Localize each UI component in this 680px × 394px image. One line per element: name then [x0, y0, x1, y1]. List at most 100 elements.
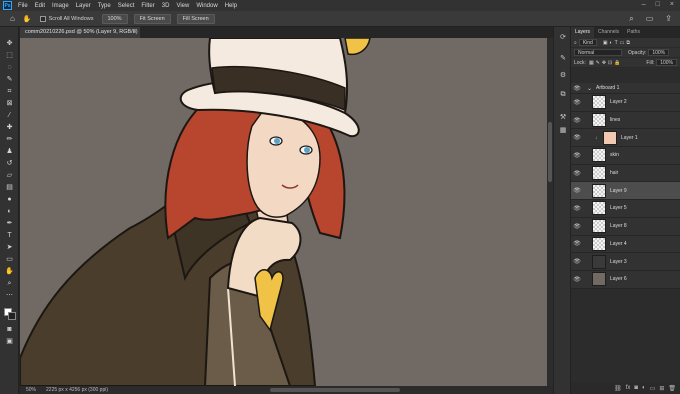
fit-screen-button[interactable]: Fit Screen — [133, 13, 171, 24]
menu-image[interactable]: Image — [52, 3, 69, 9]
menu-filter[interactable]: Filter — [141, 3, 154, 9]
maximize-icon[interactable]: □ — [656, 1, 660, 8]
more-tools-icon[interactable]: ⋯ — [4, 291, 15, 300]
canvas[interactable] — [20, 38, 547, 386]
visibility-eye-icon[interactable]: 👁 — [571, 205, 583, 212]
visibility-eye-icon[interactable]: 👁 — [571, 187, 583, 194]
visibility-eye-icon[interactable]: 👁 — [571, 258, 583, 265]
fill-screen-button[interactable]: Fill Screen — [176, 13, 215, 24]
close-tab-icon[interactable]: × — [133, 27, 136, 38]
history-brush-tool-icon[interactable]: ↺ — [4, 159, 15, 168]
menu-select[interactable]: Select — [118, 3, 135, 9]
search-icon[interactable]: ⌕ — [629, 14, 633, 24]
menu-file[interactable]: File — [18, 3, 28, 9]
frame-tool-icon[interactable]: ⊠ — [4, 99, 15, 108]
layout-icon[interactable]: ▭ — [646, 14, 654, 24]
tab-layers[interactable]: Layers — [571, 27, 595, 38]
layer-row[interactable]: 👁 Layer 2 — [571, 94, 680, 112]
menu-view[interactable]: View — [176, 3, 189, 9]
layer-row[interactable]: 👁 ↓ Layer 1 — [571, 129, 680, 148]
menu-layer[interactable]: Layer — [76, 3, 91, 9]
add-mask-icon[interactable]: ◙ — [634, 385, 638, 391]
visibility-eye-icon[interactable]: 👁 — [571, 223, 583, 230]
path-select-tool-icon[interactable]: ➤ — [4, 243, 15, 252]
visibility-eye-icon[interactable]: 👁 — [571, 170, 583, 177]
hand-tool-icon[interactable]: ✋ — [4, 267, 15, 276]
visibility-eye-icon[interactable]: 👁 — [571, 152, 583, 159]
document-tab[interactable]: comm20210226.psd @ 50% (Layer 9, RGB/8) … — [20, 27, 140, 38]
layer-style-icon[interactable]: fx — [626, 385, 631, 391]
lock-icons[interactable]: ▦✎✥⊡🔒 — [589, 60, 623, 66]
visibility-eye-icon[interactable]: 👁 — [571, 134, 583, 141]
type-tool-icon[interactable]: T — [4, 231, 15, 240]
eyedropper-tool-icon[interactable]: ⁄ — [4, 111, 15, 120]
layer-row[interactable]: 👁 Layer 6 — [571, 270, 680, 289]
zoom-tool-icon[interactable]: ⌕ — [4, 279, 15, 288]
tab-paths[interactable]: Paths — [623, 27, 644, 38]
layer-row[interactable]: 👁 Layer 9 — [571, 182, 680, 201]
background-color-swatch[interactable] — [8, 312, 16, 320]
move-tool-icon[interactable]: ✥ — [4, 39, 15, 48]
history-icon[interactable]: ⟳ — [558, 33, 568, 42]
filter-icons[interactable]: ▣◐T▭⧉ — [603, 40, 632, 46]
zoom-level[interactable]: 50% — [26, 387, 36, 393]
blur-tool-icon[interactable]: ● — [4, 195, 15, 204]
opacity-field[interactable]: 100% — [648, 49, 670, 56]
layer-row[interactable]: 👁 Layer 4 — [571, 235, 680, 254]
screen-mode-icon[interactable]: ▣ — [4, 337, 15, 346]
stamp-tool-icon[interactable]: ♟ — [4, 147, 15, 156]
layer-row[interactable]: 👁 lines — [571, 111, 680, 130]
kind-select[interactable]: Kind — [578, 39, 597, 46]
shape-tool-icon[interactable]: ▭ — [4, 255, 15, 264]
pen-tool-icon[interactable]: ✒ — [4, 219, 15, 228]
layer-row[interactable]: 👁 hair — [571, 164, 680, 183]
hand-tool-icon[interactable]: ✋ — [23, 15, 32, 23]
menu-window[interactable]: Window — [196, 3, 217, 9]
lasso-tool-icon[interactable]: ◌ — [4, 63, 15, 72]
properties-icon[interactable]: ⚒ — [558, 113, 568, 122]
fill-field[interactable]: 100% — [656, 59, 677, 66]
adjust-icon[interactable]: ⚙ — [558, 71, 568, 80]
delete-layer-icon[interactable]: 🗑 — [668, 385, 676, 392]
menu-3d[interactable]: 3D — [162, 3, 170, 9]
minimize-icon[interactable]: – — [642, 1, 646, 8]
quick-select-tool-icon[interactable]: ✎ — [4, 75, 15, 84]
checkbox-box[interactable] — [39, 15, 46, 22]
brush-settings-icon[interactable]: ✎ — [558, 54, 568, 63]
dodge-tool-icon[interactable]: ◐ — [4, 207, 15, 216]
scroll-all-windows-checkbox[interactable]: Scroll All Windows — [39, 15, 94, 22]
layer-row[interactable]: 👁 Layer 8 — [571, 217, 680, 236]
blend-mode-select[interactable]: Normal — [574, 49, 622, 56]
menu-type[interactable]: Type — [98, 3, 111, 9]
new-layer-icon[interactable]: ⊞ — [659, 385, 664, 392]
layer-row[interactable]: 👁 Layer 3 — [571, 253, 680, 271]
share-icon[interactable]: ⇪ — [665, 14, 672, 24]
visibility-eye-icon[interactable]: 👁 — [571, 276, 583, 283]
visibility-eye-icon[interactable]: 👁 — [571, 99, 583, 106]
quick-mask-icon[interactable]: ◙ — [4, 325, 15, 334]
crop-tool-icon[interactable]: ⌗ — [4, 87, 15, 96]
visibility-eye-icon[interactable]: 👁 — [571, 85, 583, 92]
brush-tool-icon[interactable]: ✏ — [4, 135, 15, 144]
vertical-scroll-thumb[interactable] — [548, 122, 552, 182]
tab-channels[interactable]: Channels — [594, 27, 623, 38]
home-icon[interactable]: ⌂ — [10, 14, 15, 23]
group-chevron-icon[interactable]: ⌄ — [587, 85, 592, 92]
marquee-tool-icon[interactable]: ⬚ — [4, 51, 15, 60]
healing-tool-icon[interactable]: ✚ — [4, 123, 15, 132]
swatches-icon[interactable]: ▦ — [558, 126, 568, 135]
link-layers-icon[interactable]: ⛓ — [614, 385, 622, 392]
adjustment-layer-icon[interactable]: ◐ — [642, 385, 646, 391]
visibility-eye-icon[interactable]: 👁 — [571, 240, 583, 247]
horizontal-scroll-thumb[interactable] — [270, 388, 400, 392]
zoom-100-button[interactable]: 100% — [101, 13, 128, 24]
menu-edit[interactable]: Edit — [35, 3, 45, 9]
layer-row[interactable]: 👁 Layer 5 — [571, 200, 680, 218]
menu-help[interactable]: Help — [225, 3, 237, 9]
close-icon[interactable]: × — [670, 1, 674, 8]
new-group-icon[interactable]: ▭ — [650, 385, 656, 392]
libraries-icon[interactable]: ⧉ — [558, 90, 568, 99]
visibility-eye-icon[interactable]: 👁 — [571, 117, 583, 124]
gradient-tool-icon[interactable]: ▤ — [4, 183, 15, 192]
layer-row[interactable]: 👁 skin — [571, 147, 680, 165]
